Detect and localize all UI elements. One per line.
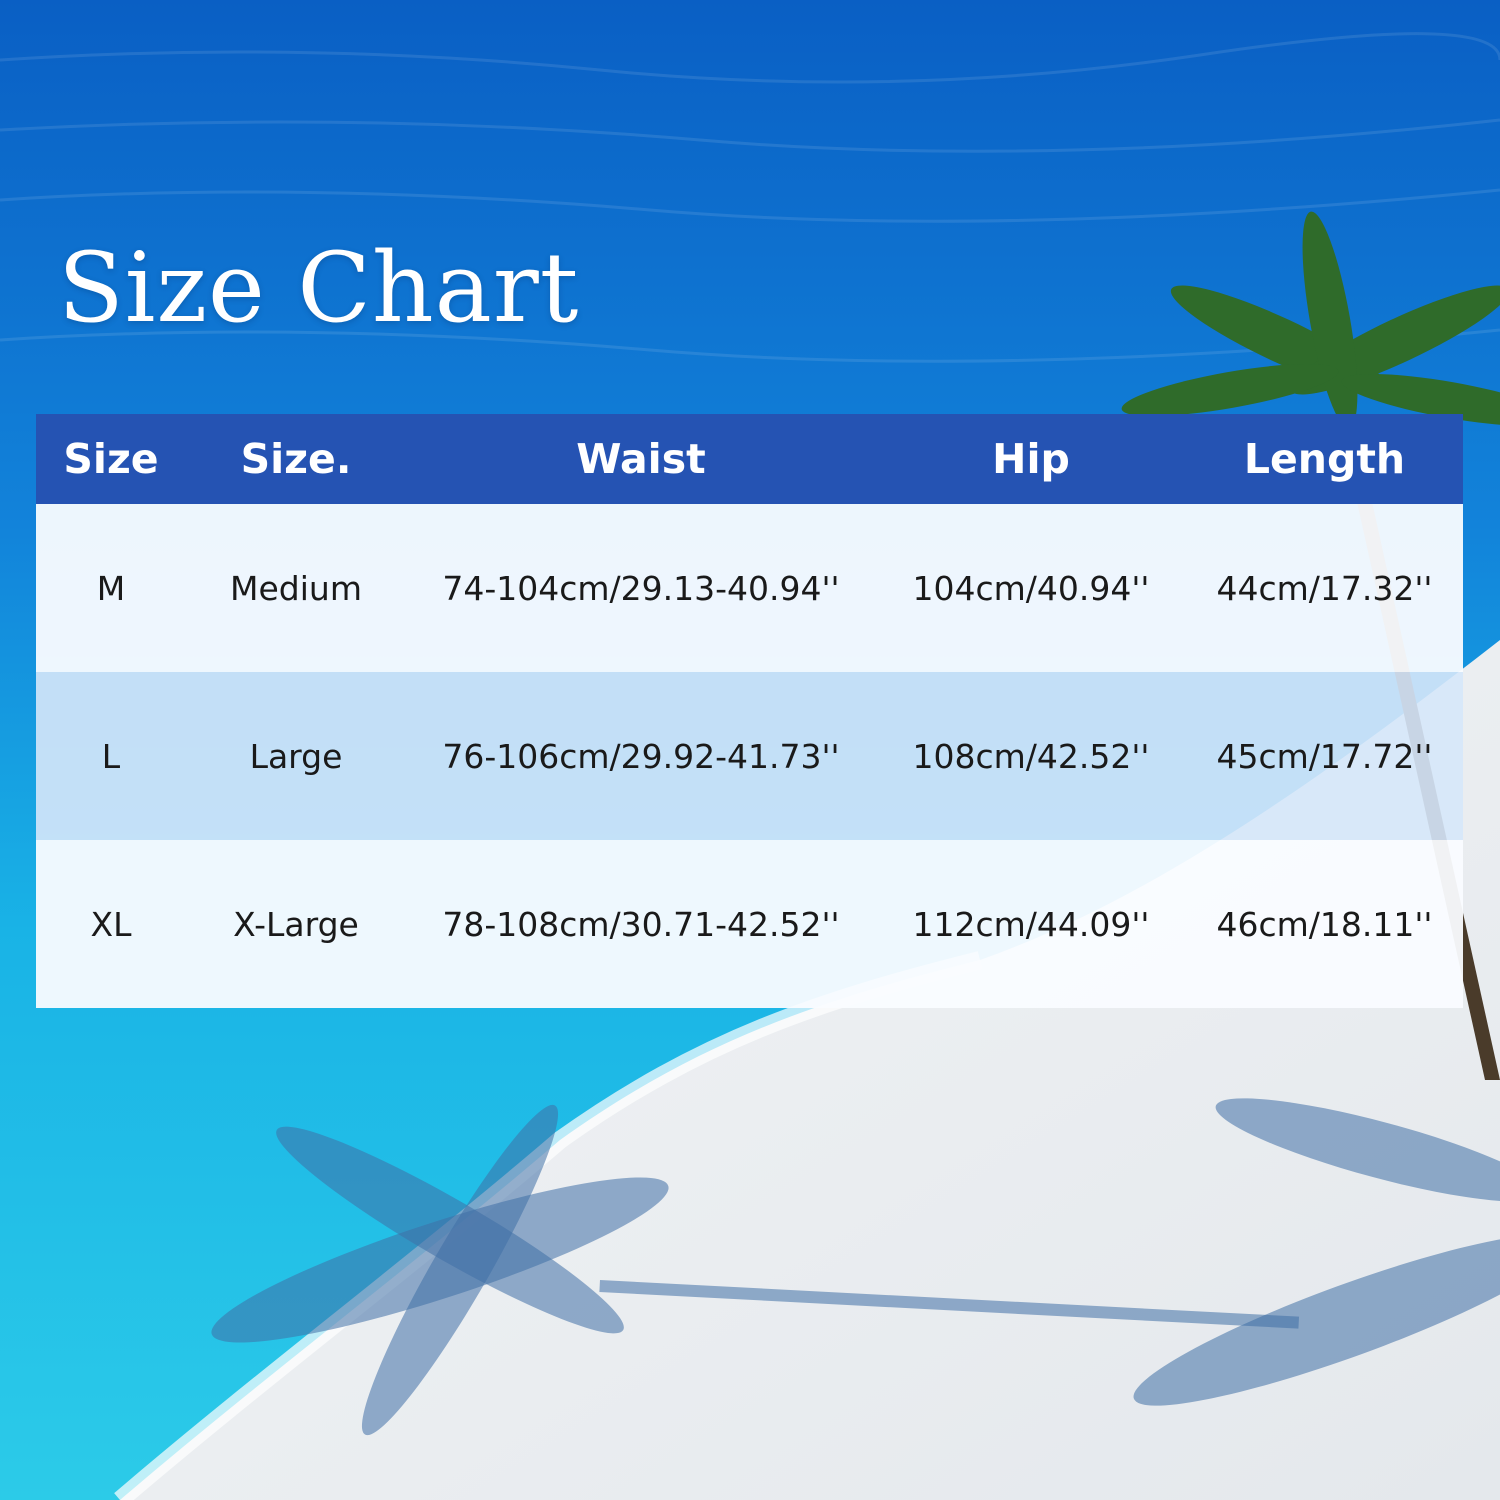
table-row: XL X-Large 78-108cm/30.71-42.52'' 112cm/…: [36, 840, 1463, 1008]
cell-hip: 108cm/42.52'': [912, 736, 1150, 776]
cell-size-name: Medium: [230, 568, 362, 608]
cell-size: M: [96, 568, 126, 608]
cell-hip: 104cm/40.94'': [912, 568, 1150, 608]
cell-size-name: Large: [249, 736, 343, 776]
header-size: Size: [63, 435, 159, 483]
page-title: Size Chart: [58, 232, 580, 344]
cell-waist: 76-106cm/29.92-41.73'': [442, 736, 840, 776]
cell-length: 44cm/17.32'': [1216, 568, 1433, 608]
table-row: L Large 76-106cm/29.92-41.73'' 108cm/42.…: [36, 672, 1463, 840]
cell-size-name: X-Large: [233, 904, 359, 944]
cell-length: 46cm/18.11'': [1216, 904, 1433, 944]
cell-length: 45cm/17.72'': [1216, 736, 1433, 776]
table-row: M Medium 74-104cm/29.13-40.94'' 104cm/40…: [36, 504, 1463, 672]
header-size-name: Size.: [240, 435, 352, 483]
cell-size: L: [101, 736, 121, 776]
header-length: Length: [1243, 435, 1406, 483]
table-header-row: Size Size. Waist Hip Length: [36, 414, 1463, 504]
size-table: Size Size. Waist Hip Length M Medium 74-…: [36, 414, 1463, 1008]
cell-waist: 74-104cm/29.13-40.94'': [442, 568, 840, 608]
header-hip: Hip: [992, 435, 1070, 483]
header-waist: Waist: [576, 435, 706, 483]
cell-hip: 112cm/44.09'': [912, 904, 1150, 944]
cell-size: XL: [90, 904, 132, 944]
cell-waist: 78-108cm/30.71-42.52'': [442, 904, 840, 944]
